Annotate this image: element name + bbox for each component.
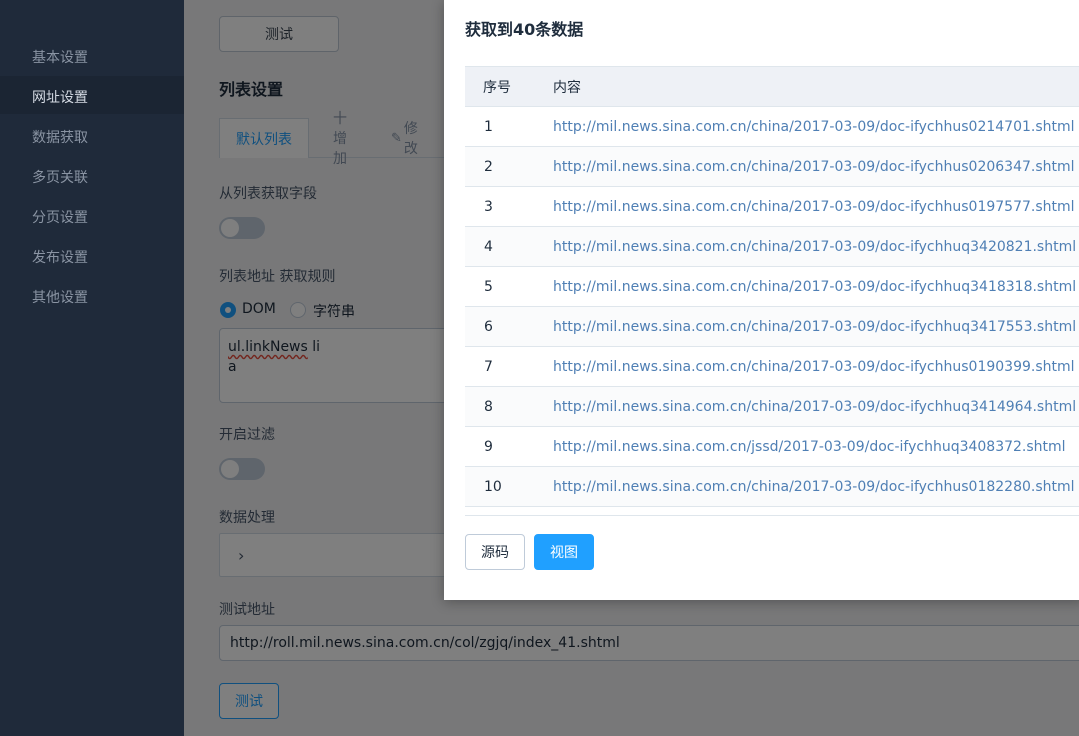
sidebar-item-other[interactable]: 其他设置 <box>32 287 88 307</box>
dialog-title: 获取到40条数据 <box>465 20 584 39</box>
row-content-link[interactable]: http://mil.news.sina.com.cn/china/2017-0… <box>535 119 1079 135</box>
row-content-link[interactable]: http://mil.news.sina.com.cn/china/2017-0… <box>535 479 1079 495</box>
table-row: 6 http://mil.news.sina.com.cn/china/2017… <box>465 307 1079 347</box>
row-index: 9 <box>484 438 493 455</box>
column-index-header: 序号 <box>483 79 511 96</box>
row-index: 8 <box>484 398 493 415</box>
results-dialog: 获取到40条数据 序号 内容 1 http://mil.news.sina.co… <box>444 0 1079 600</box>
row-content-link[interactable]: http://mil.news.sina.com.cn/china/2017-0… <box>535 399 1079 415</box>
table-row: 5 http://mil.news.sina.com.cn/china/2017… <box>465 267 1079 307</box>
sidebar-active-highlight <box>0 76 184 114</box>
sidebar-item-publish[interactable]: 发布设置 <box>32 247 88 267</box>
row-index: 3 <box>484 198 493 215</box>
table-row: 9 http://mil.news.sina.com.cn/jssd/2017-… <box>465 427 1079 467</box>
row-index: 10 <box>484 478 502 495</box>
table-row: 4 http://mil.news.sina.com.cn/china/2017… <box>465 227 1079 267</box>
column-content-header: 内容 <box>553 79 581 96</box>
table-row: 7 http://mil.news.sina.com.cn/china/2017… <box>465 347 1079 387</box>
source-button[interactable]: 源码 <box>465 534 525 570</box>
row-index: 4 <box>484 238 493 255</box>
row-index: 6 <box>484 318 493 335</box>
row-content-link[interactable]: http://mil.news.sina.com.cn/jssd/2017-03… <box>535 439 1079 455</box>
table-row: 10 http://mil.news.sina.com.cn/china/201… <box>465 467 1079 507</box>
row-content-link[interactable]: http://mil.news.sina.com.cn/china/2017-0… <box>535 359 1079 375</box>
row-index: 7 <box>484 358 493 375</box>
row-content-link[interactable]: http://mil.news.sina.com.cn/china/2017-0… <box>535 159 1079 175</box>
row-content-link[interactable]: http://mil.news.sina.com.cn/china/2017-0… <box>535 239 1079 255</box>
row-content-link[interactable]: http://mil.news.sina.com.cn/china/2017-0… <box>535 319 1079 335</box>
sidebar: 基本设置 网址设置 数据获取 多页关联 分页设置 发布设置 其他设置 <box>0 0 184 736</box>
table-row: 1 http://mil.news.sina.com.cn/china/2017… <box>465 107 1079 147</box>
row-content-link[interactable]: http://mil.news.sina.com.cn/china/2017-0… <box>535 279 1079 295</box>
sidebar-item-data-fetch[interactable]: 数据获取 <box>32 127 88 147</box>
sidebar-item-basic-settings[interactable]: 基本设置 <box>32 47 88 67</box>
sidebar-item-multi-page[interactable]: 多页关联 <box>32 167 88 187</box>
row-content-link[interactable]: http://mil.news.sina.com.cn/china/2017-0… <box>535 199 1079 215</box>
row-index: 1 <box>484 118 493 135</box>
sidebar-item-url-settings[interactable]: 网址设置 <box>32 87 88 107</box>
results-table: 序号 内容 1 http://mil.news.sina.com.cn/chin… <box>465 66 1079 516</box>
row-index: 2 <box>484 158 493 175</box>
table-row: 8 http://mil.news.sina.com.cn/china/2017… <box>465 387 1079 427</box>
view-button[interactable]: 视图 <box>534 534 594 570</box>
table-row: 2 http://mil.news.sina.com.cn/china/2017… <box>465 147 1079 187</box>
table-row: 3 http://mil.news.sina.com.cn/china/2017… <box>465 187 1079 227</box>
sidebar-item-pagination[interactable]: 分页设置 <box>32 207 88 227</box>
table-header: 序号 内容 <box>465 67 1079 107</box>
row-index: 5 <box>484 278 493 295</box>
